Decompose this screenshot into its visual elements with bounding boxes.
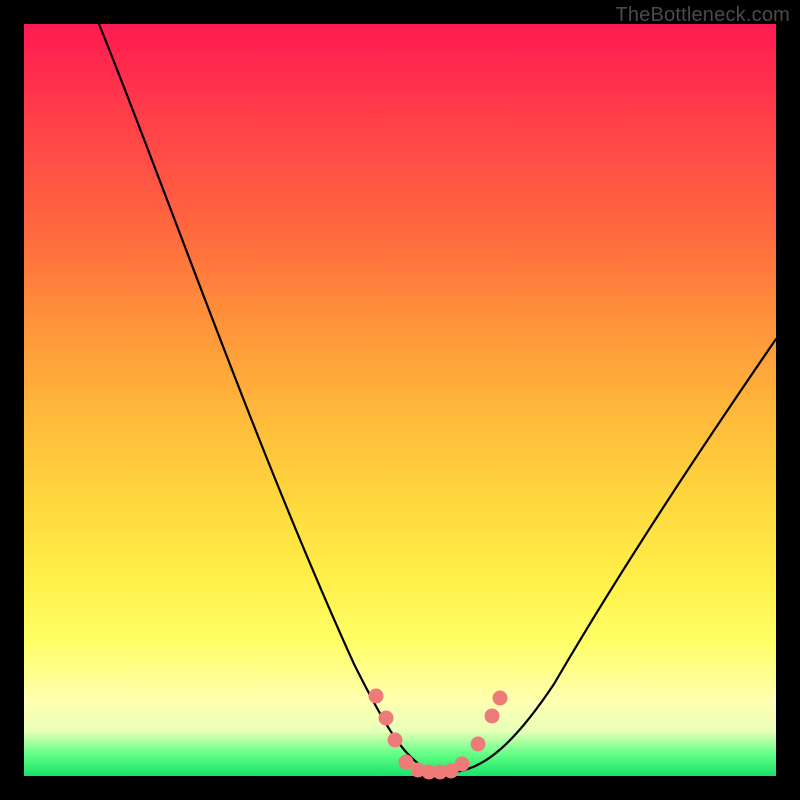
trough-markers [369,689,507,779]
watermark-text: TheBottleneck.com [615,4,790,27]
chart-frame: TheBottleneck.com [0,0,800,800]
curve-layer [24,24,776,776]
bottleneck-curve [99,24,776,772]
plot-area [24,24,776,776]
